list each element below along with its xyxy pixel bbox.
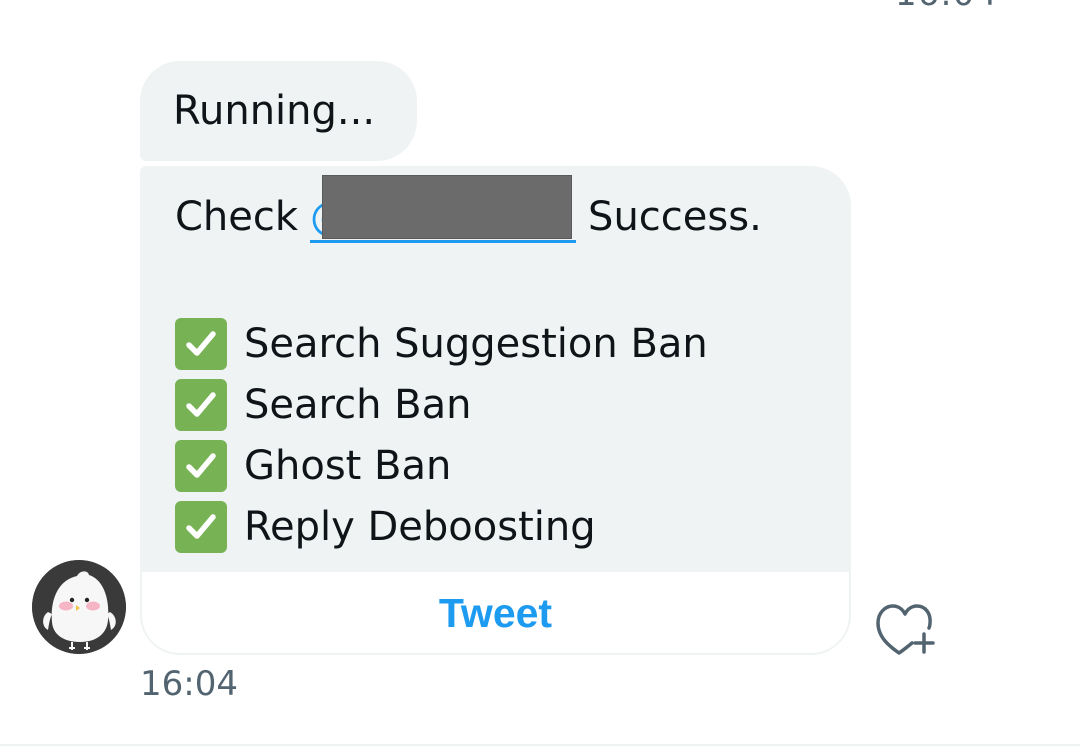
mention-link[interactable]: @ [310,175,577,243]
dm-conversation: 16:04 Running... Check@Success. Search S… [0,0,1080,753]
avatar[interactable] [32,560,126,654]
list-item: Search Ban [175,374,708,435]
redacted-username-block [322,175,573,239]
list-item: Reply Deboosting [175,496,708,557]
card-action-footer: Tweet [142,572,849,653]
check-suffix: Success. [588,194,762,240]
read-receipt-icon [1012,0,1034,8]
check-mark-button-icon [175,378,227,431]
message-bubble-result-card[interactable]: Check@Success. Search Suggestion Ban Sea… [140,166,851,655]
check-prefix: Check [175,194,299,240]
ban-label: Search Suggestion Ban [244,320,708,367]
check-mark-button-icon [175,500,227,553]
check-status-line: Check@Success. [175,175,762,243]
check-mark-button-icon [175,439,227,492]
tweet-button[interactable]: Tweet [439,590,552,637]
ban-results-list: Search Suggestion Ban Search Ban Ghost B… [175,313,708,557]
mention-underline [310,240,577,243]
bottom-divider [0,744,1080,746]
add-reaction-heart-icon[interactable] [872,596,936,656]
ban-label: Reply Deboosting [244,503,596,550]
card-body: Check@Success. Search Suggestion Ban Sea… [142,168,849,572]
message-bubble-running[interactable]: Running... [140,61,417,161]
bird-avatar-icon [32,560,126,654]
message-text: Running... [173,88,376,134]
ban-label: Search Ban [244,381,472,428]
message-timestamp: 16:04 [140,664,238,704]
check-mark-button-icon [175,317,227,370]
list-item: Ghost Ban [175,435,708,496]
ban-label: Ghost Ban [244,442,452,489]
previous-message-timestamp: 16:04 [895,0,998,14]
list-item: Search Suggestion Ban [175,313,708,374]
